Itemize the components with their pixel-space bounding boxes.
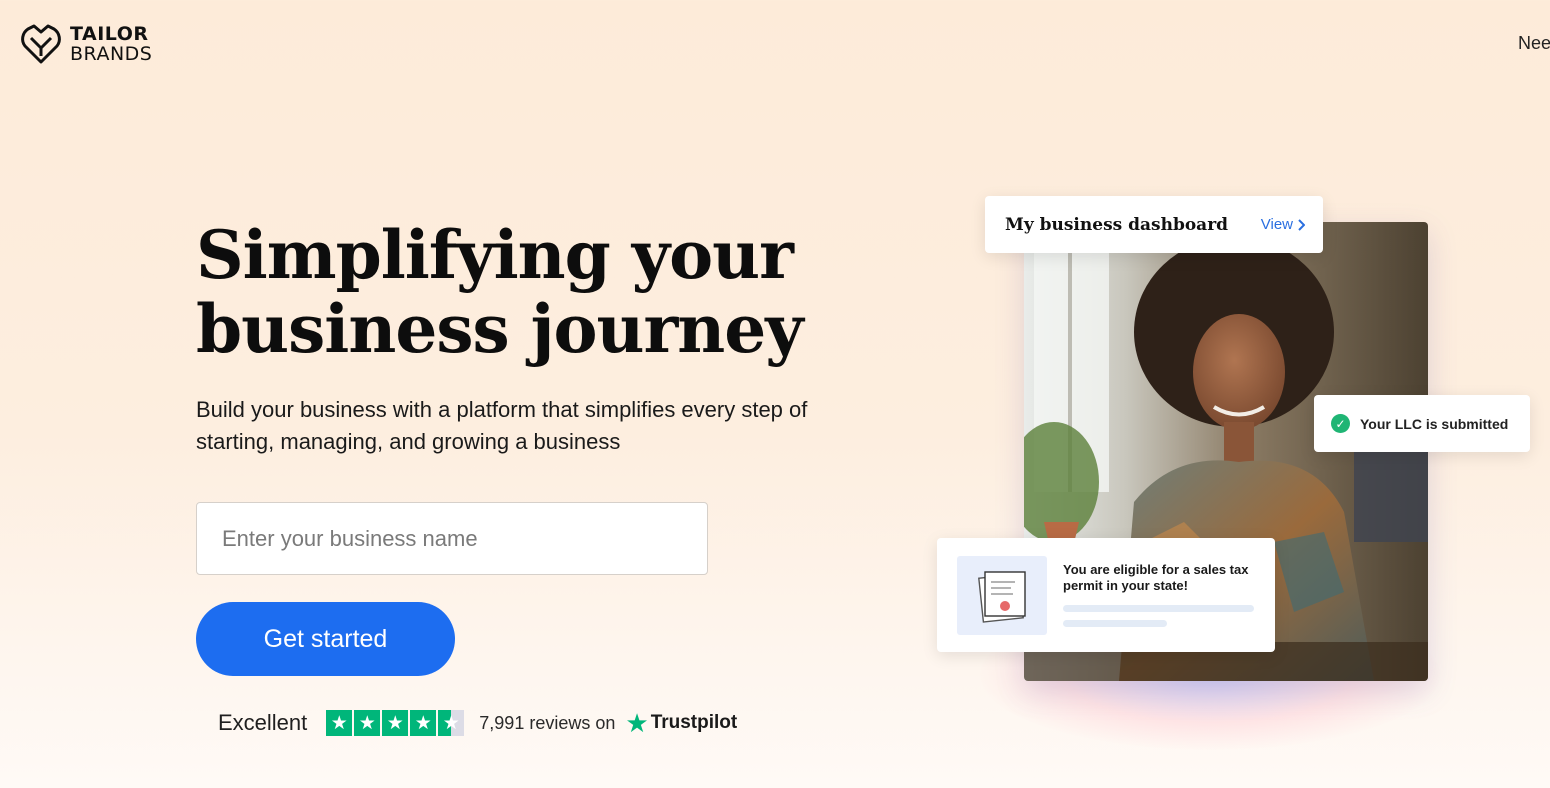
trustpilot-star-icon: ★ [625, 708, 649, 738]
trustpilot-wordmark: Trustpilot [650, 712, 738, 733]
chevron-right-icon [1298, 218, 1305, 231]
trustpilot-rating[interactable]: Excellent ★ ★ ★ ★ ★ 7,991 reviews on ★ T… [218, 710, 737, 736]
heart-shield-icon [21, 24, 61, 64]
business-name-input[interactable] [196, 502, 708, 575]
placeholder-line [1063, 605, 1254, 612]
need-help-link[interactable]: Nee [1518, 33, 1550, 54]
hero-subtitle: Build your business with a platform that… [196, 397, 808, 454]
dashboard-title: My business dashboard [1005, 214, 1229, 235]
llc-status-text: Your LLC is submitted [1360, 415, 1509, 432]
star-icon: ★ [354, 710, 381, 736]
reviews-count: 7,991 reviews on [479, 712, 616, 733]
dashboard-card[interactable]: My business dashboard View [985, 196, 1323, 253]
placeholder-line [1063, 620, 1167, 627]
hero-title: Simplifying your business journey [196, 216, 804, 368]
half-star-icon: ★ [438, 710, 465, 736]
view-label: View [1260, 216, 1293, 233]
tax-permit-card: You are eligible for a sales tax permit … [937, 538, 1275, 652]
star-icon: ★ [326, 710, 353, 736]
trustpilot-logo: ★ Trustpilot [625, 710, 737, 736]
certificate-thumbnail [957, 556, 1047, 635]
llc-status-card: ✓ Your LLC is submitted [1314, 395, 1530, 452]
star-icon: ★ [382, 710, 409, 736]
certificate-icon [978, 571, 1026, 623]
star-icon: ★ [410, 710, 437, 736]
tax-permit-message: You are eligible for a sales tax permit … [1063, 562, 1249, 593]
view-link[interactable]: View [1261, 216, 1305, 233]
get-started-button[interactable]: Get started [196, 602, 455, 676]
brand-wordmark: TAILOR BRANDS [70, 24, 152, 64]
rating-stars: ★ ★ ★ ★ ★ [326, 710, 465, 736]
brand-logo[interactable]: TAILOR BRANDS [20, 22, 152, 66]
rating-label: Excellent [218, 710, 308, 735]
check-circle-icon: ✓ [1331, 414, 1350, 433]
brand-name-line2: BRANDS [70, 43, 153, 65]
brand-name-line1: TAILOR [70, 23, 149, 45]
